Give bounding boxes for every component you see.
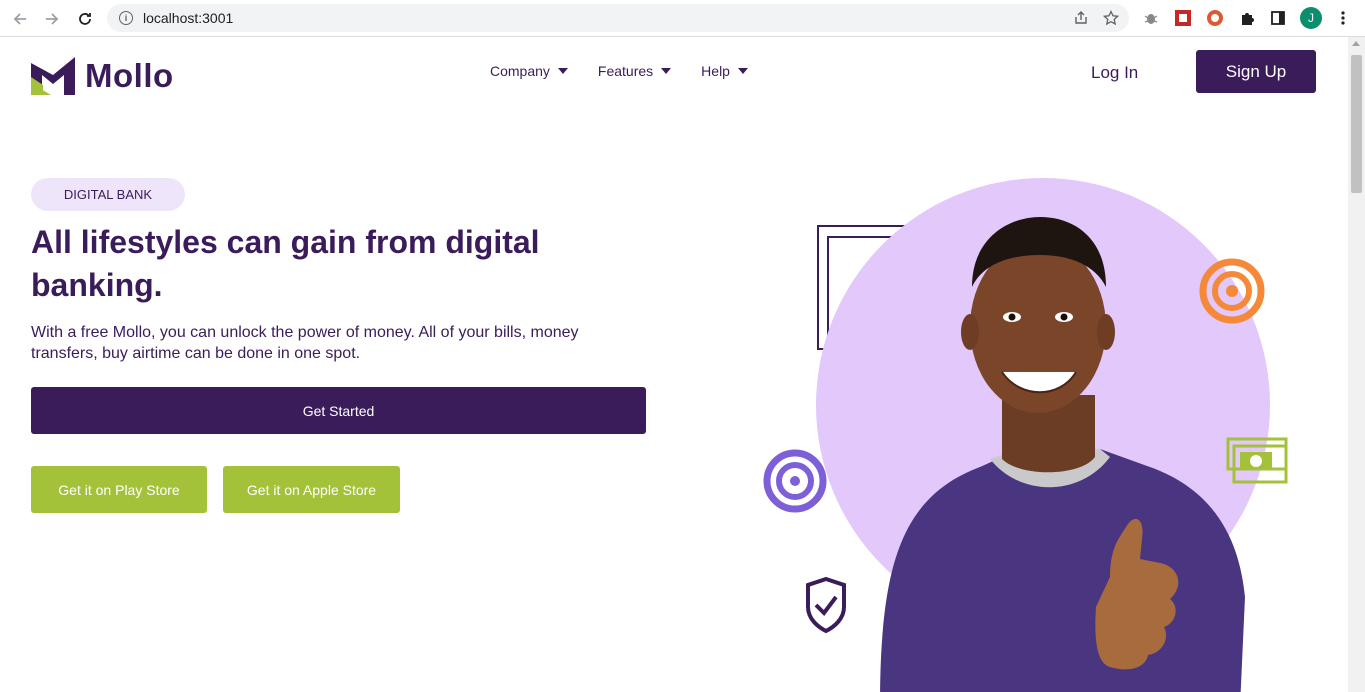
chevron-down-icon <box>661 68 672 74</box>
hero-subtitle: With a free Mollo, you can unlock the po… <box>31 324 579 362</box>
star-icon[interactable] <box>1102 9 1120 30</box>
nav-help-label: Help <box>701 63 730 79</box>
purple-swirl-icon <box>763 449 827 513</box>
browser-toolbar: i localhost:3001 J <box>0 0 1365 37</box>
page: Mollo Company Features Help Log In Sign … <box>0 37 1348 692</box>
nav-features[interactable]: Features <box>597 63 672 79</box>
scroll-up-arrow[interactable] <box>1352 41 1360 46</box>
digital-bank-badge: DIGITAL BANK <box>31 178 185 211</box>
scrollbar[interactable] <box>1348 37 1365 692</box>
nav-company-label: Company <box>490 63 550 79</box>
nav-features-label: Features <box>597 63 654 79</box>
address-bar[interactable]: i localhost:3001 <box>107 4 1129 32</box>
scroll-thumb[interactable] <box>1351 55 1362 193</box>
avatar[interactable]: J <box>1300 7 1322 29</box>
get-started-button[interactable]: Get Started <box>31 387 646 434</box>
sidebar-icon[interactable] <box>1268 8 1288 28</box>
logo[interactable]: Mollo <box>31 57 174 95</box>
nav-help[interactable]: Help <box>701 63 748 79</box>
info-icon[interactable]: i <box>119 11 133 25</box>
play-store-button[interactable]: Get it on Play Store <box>31 466 207 513</box>
share-icon[interactable] <box>1073 10 1089 30</box>
chevron-down-icon <box>557 68 568 74</box>
back-arrow-icon[interactable] <box>8 7 32 31</box>
signup-button[interactable]: Sign Up <box>1196 50 1316 93</box>
bug-icon[interactable] <box>1141 8 1161 28</box>
menu-dots-icon[interactable] <box>1333 8 1353 28</box>
login-link[interactable]: Log In <box>1091 63 1138 83</box>
mollo-logo-mark <box>31 57 75 95</box>
hero-title: All lifestyles can gain from digital ban… <box>31 224 540 303</box>
hero-illustration <box>763 178 1288 692</box>
brand-name: Mollo <box>85 57 174 94</box>
nav-company[interactable]: Company <box>490 63 568 79</box>
forward-arrow-icon[interactable] <box>40 7 64 31</box>
chevron-down-icon <box>737 68 748 74</box>
duckduckgo-icon[interactable] <box>1205 8 1225 28</box>
apple-store-button[interactable]: Get it on Apple Store <box>223 466 400 513</box>
extension-red-icon[interactable] <box>1173 8 1193 28</box>
shield-check-icon <box>806 576 846 634</box>
main-nav: Company Features Help <box>490 63 748 79</box>
puzzle-icon[interactable] <box>1237 8 1257 28</box>
reload-icon[interactable] <box>73 7 97 31</box>
url-text: localhost:3001 <box>143 10 234 26</box>
